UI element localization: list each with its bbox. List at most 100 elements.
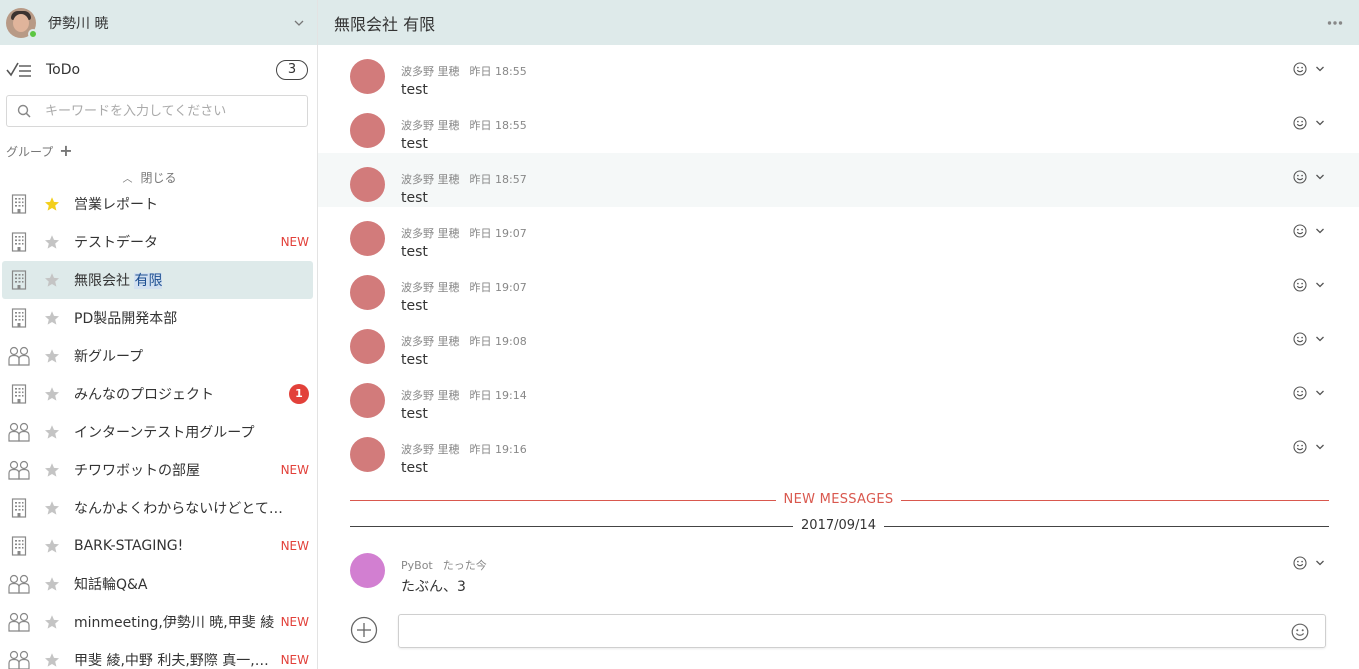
message-actions [1293,62,1325,76]
star-icon[interactable] [44,348,60,364]
room-item[interactable]: 甲斐 綾,中野 利夫,野際 真一,伊… NEW [0,641,317,669]
avatar[interactable] [350,383,385,418]
chevron-down-icon[interactable] [1315,334,1325,344]
chevron-down-icon[interactable] [1315,118,1325,128]
star-icon[interactable] [44,538,60,554]
room-item[interactable]: BARK-STAGING! NEW [0,527,317,565]
chevron-down-icon[interactable] [1315,280,1325,290]
room-item[interactable]: みんなのプロジェクト 1 [0,375,317,413]
reaction-icon[interactable] [1293,116,1307,130]
avatar[interactable] [350,437,385,472]
avatar[interactable] [350,113,385,148]
room-item[interactable]: PD製品開発本部 [0,299,317,337]
room-item[interactable]: 新グループ [0,337,317,375]
room-name: チワワボットの部屋 [74,463,200,479]
sender-name[interactable]: 波多野 里穂 [401,281,460,294]
building-icon [8,269,30,291]
message-item[interactable]: PyBot たった今 たぶん、3 [318,539,1359,595]
reaction-icon[interactable] [1293,440,1307,454]
user-menu[interactable]: 伊勢川 暁 [0,0,317,45]
room-item[interactable]: チワワボットの部屋 NEW [0,451,317,489]
message-item[interactable]: 波多野 里穂 昨日 18:55 test [318,99,1359,153]
room-item[interactable]: インターンテスト用グループ [0,413,317,451]
message-actions [1293,386,1325,400]
room-item[interactable]: minmeeting,伊勢川 暁,甲斐 綾 NEW [0,603,317,641]
chevron-down-icon[interactable] [1315,172,1325,182]
room-name: 知話輪Q&A [74,577,148,593]
star-icon[interactable] [44,614,60,630]
sender-name[interactable]: 波多野 里穂 [401,65,460,78]
room-item[interactable]: 無限会社 有限 [2,261,313,299]
message-item[interactable]: 波多野 里穂 昨日 19:07 test [318,261,1359,315]
avatar[interactable] [350,553,385,588]
room-item[interactable]: テストデータ NEW [0,223,317,261]
chevron-down-icon[interactable] [1315,226,1325,236]
avatar[interactable] [350,59,385,94]
star-icon[interactable] [44,576,60,592]
chevron-down-icon[interactable] [1315,64,1325,74]
star-icon[interactable] [44,386,60,402]
sender-name[interactable]: 波多野 里穂 [401,227,460,240]
reaction-icon[interactable] [1293,278,1307,292]
add-group-button[interactable]: + [59,143,72,159]
message-item[interactable]: 波多野 里穂 昨日 19:08 test [318,315,1359,369]
sender-name[interactable]: 波多野 里穂 [401,443,460,456]
chevron-down-icon[interactable] [1315,558,1325,568]
todo-count-badge: 3 [276,60,308,80]
building-icon [8,497,30,519]
avatar[interactable] [6,7,38,39]
more-options-icon[interactable] [1327,20,1343,26]
sender-name[interactable]: 波多野 里穂 [401,173,460,186]
star-icon[interactable] [44,196,60,212]
reaction-icon[interactable] [1293,170,1307,184]
star-icon[interactable] [44,310,60,326]
room-item[interactable]: 知話輪Q&A [0,565,317,603]
message-item[interactable]: 波多野 里穂 昨日 19:14 test [318,369,1359,423]
star-icon[interactable] [44,652,60,668]
search-input[interactable] [45,103,295,119]
avatar[interactable] [350,221,385,256]
reaction-icon[interactable] [1293,386,1307,400]
star-icon[interactable] [44,272,60,288]
todo-item[interactable]: ToDo 3 [0,45,317,95]
app: 伊勢川 暁 ToDo 3 グループ + [0,0,1359,669]
star-icon[interactable] [44,424,60,440]
add-attachment-button[interactable] [350,616,378,644]
chevron-down-icon[interactable] [1315,442,1325,452]
message-text: test [401,298,428,314]
room-name: インターンテスト用グループ [74,425,255,441]
reaction-icon[interactable] [1293,62,1307,76]
message-meta: 波多野 里穂 昨日 19:16 [401,441,527,457]
sender-name[interactable]: PyBot [401,559,433,572]
avatar[interactable] [350,329,385,364]
room-name: PD製品開発本部 [74,311,178,327]
chevron-down-icon[interactable] [1315,388,1325,398]
star-icon[interactable] [44,462,60,478]
new-badge: NEW [280,539,309,553]
reaction-icon[interactable] [1293,556,1307,570]
sender-name[interactable]: 波多野 里穂 [401,389,460,402]
message-item[interactable]: 波多野 里穂 昨日 18:55 test [318,45,1359,99]
room-title: 無限会社 有限 [334,14,436,34]
avatar[interactable] [350,167,385,202]
sender-name[interactable]: 波多野 里穂 [401,335,460,348]
sender-name[interactable]: 波多野 里穂 [401,119,460,132]
star-icon[interactable] [44,234,60,250]
room-item[interactable]: 営業レポート [0,185,317,223]
avatar[interactable] [350,275,385,310]
reaction-icon[interactable] [1293,224,1307,238]
message-item[interactable]: 波多野 里穂 昨日 19:16 test [318,423,1359,477]
room-item[interactable]: なんかよくわからないけどとて… [0,489,317,527]
chevron-down-icon[interactable] [291,15,307,31]
building-icon [8,231,30,253]
message-item[interactable]: 波多野 里穂 昨日 19:07 test [318,207,1359,261]
message-input[interactable] [398,614,1326,648]
emoji-picker-icon[interactable] [1291,623,1309,641]
message-item[interactable]: 波多野 里穂 昨日 18:57 test [318,153,1359,207]
collapse-toggle[interactable]: ︿ 閉じる [0,167,317,187]
reaction-icon[interactable] [1293,332,1307,346]
chevron-up-icon: ︿ [122,173,133,185]
star-icon[interactable] [44,500,60,516]
timestamp: 昨日 18:57 [469,173,527,186]
building-icon [8,383,30,405]
